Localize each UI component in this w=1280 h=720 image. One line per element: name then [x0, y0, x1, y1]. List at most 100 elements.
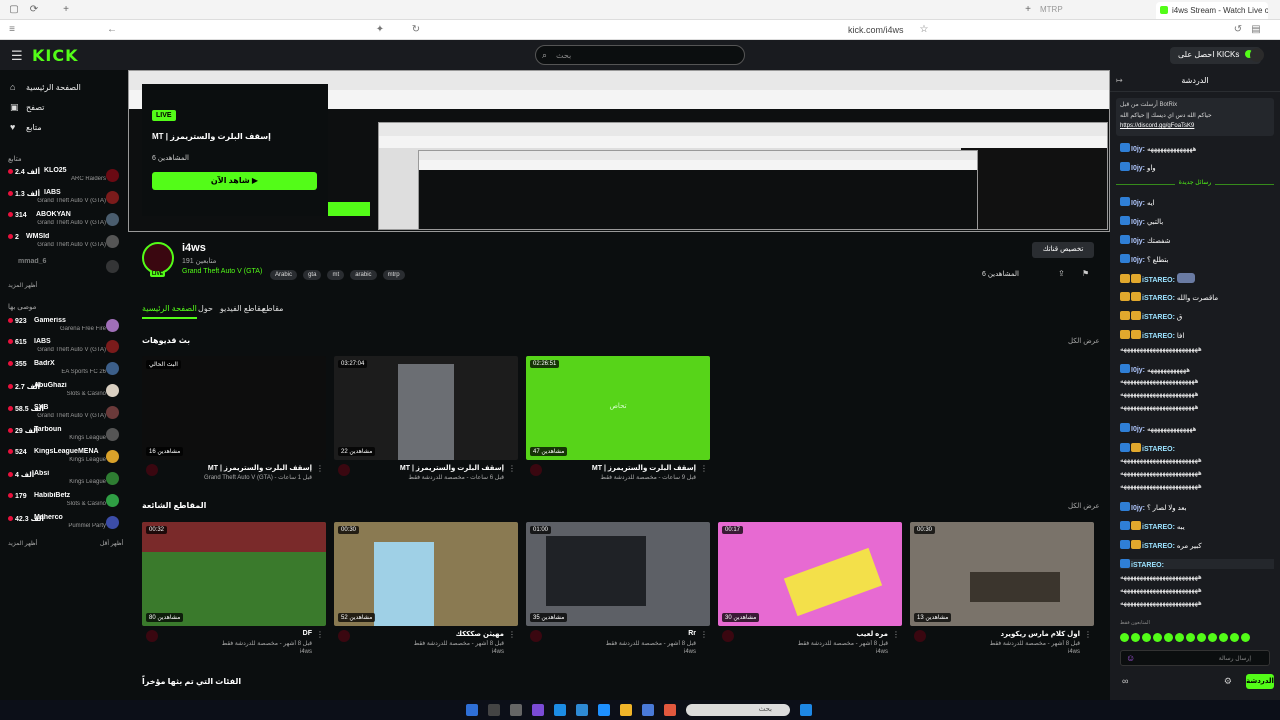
taskbar-app-icon[interactable] [554, 704, 566, 716]
clip-user[interactable]: i4ws [354, 649, 504, 655]
video-card[interactable]: 03:27:04 22 مشاهدين MT | إسقف البلرت وال… [334, 356, 518, 481]
chat-message[interactable]: I0jy: بالتبي [1120, 216, 1274, 226]
emote-icon[interactable] [1197, 633, 1206, 642]
tag-chip[interactable]: Arabic [270, 270, 298, 280]
clip-card[interactable]: 01:00 35 مشاهدين Rr قبل 8 أشهر - مخصصة ل… [526, 522, 710, 655]
bookmark-icon[interactable]: ☆ [918, 24, 930, 36]
recommended-item[interactable]: 42.3 ألف Maherco Pummel Party [6, 514, 122, 533]
report-icon[interactable]: ⚑ [1082, 269, 1089, 278]
chat-message[interactable]: iSTAREO: ماقصرت والله [1120, 292, 1274, 302]
taskbar-app-icon[interactable] [664, 704, 676, 716]
tab-active[interactable]: i4ws Stream - Watch Live on Kick [1156, 2, 1268, 19]
chat-message-continued[interactable]: ههههههههههههههههههههههههه [1120, 573, 1274, 581]
kebab-menu-icon[interactable]: ⋮ [700, 630, 708, 639]
tab-mtrp[interactable]: MTRP [1040, 5, 1063, 14]
clip-title[interactable]: اول كلام مارس ريكويرد [930, 630, 1080, 638]
chat-message[interactable]: iSTAREO: [1120, 273, 1274, 284]
clip-user[interactable]: i4ws [162, 649, 312, 655]
extension-icon[interactable]: ✦ [374, 24, 386, 36]
clip-card[interactable]: 00:30 13 مشاهدين اول كلام مارس ريكويرد ق… [910, 522, 1094, 655]
chat-message[interactable]: iSTAREO: [1120, 443, 1274, 453]
chat-message[interactable]: iSTAREO: كبير مره [1120, 540, 1274, 550]
recommended-item[interactable]: 923 Gameriss Garena Free Fire [6, 317, 122, 336]
emote-icon[interactable] [1164, 633, 1173, 642]
emote-icon[interactable] [1230, 633, 1239, 642]
chat-message[interactable]: iSTAREO: افا [1120, 330, 1274, 340]
menu-icon[interactable]: ▤ [1250, 24, 1262, 36]
share-icon[interactable]: ⇪ [1058, 269, 1065, 278]
chat-message-continued[interactable]: ههههههههههههههههههههههههه [1120, 469, 1274, 477]
chat-message[interactable]: I0jy: بتطلع ؟ [1120, 254, 1274, 264]
show-more-following[interactable]: أظهر المزيد [8, 282, 37, 289]
chat-message[interactable]: I0jy: ههههههههههههههه [1120, 143, 1274, 153]
taskbar-app-icon[interactable] [466, 704, 478, 716]
recommended-item[interactable]: 524 KingsLeagueMENA Kings League [6, 448, 122, 467]
chat-input[interactable]: ☺ إرسال رسالة [1120, 650, 1270, 666]
clip-thumbnail[interactable]: 00:30 13 مشاهدين [910, 522, 1094, 626]
video-thumbnail[interactable]: 02:26:51 تحاص 47 مشاهدين [526, 356, 710, 460]
following-item[interactable]: 1.3 ألف IABS Grand Theft Auto V (GTA) [6, 189, 122, 208]
search-input[interactable]: ⌕ بحث [535, 45, 745, 65]
clip-thumbnail[interactable]: 00:17 30 مشاهدين [718, 522, 902, 626]
kebab-menu-icon[interactable]: ⋮ [508, 464, 516, 473]
taskbar-app-icon[interactable] [642, 704, 654, 716]
kebab-menu-icon[interactable]: ⋮ [1084, 630, 1092, 639]
chat-message-continued[interactable]: هههههههههههههههههههههههه [1120, 377, 1274, 385]
chat-message-hovered[interactable]: iSTAREO: [1120, 559, 1274, 569]
tag-chip[interactable]: mt [327, 270, 345, 280]
get-kicks-button[interactable]: احصل على KICKs [1170, 47, 1261, 64]
following-item[interactable]: 314 ABOKYAN Grand Theft Auto V (GTA) [6, 211, 122, 230]
clip-user[interactable]: i4ws [738, 649, 888, 655]
emote-icon[interactable] [1142, 633, 1151, 642]
clip-thumbnail[interactable]: 00:32 80 مشاهدين [142, 522, 326, 626]
sidebar-toggle-icon[interactable]: ≡ [6, 24, 18, 36]
taskbar-app-icon[interactable] [576, 704, 588, 716]
see-all-broadcasts[interactable]: عرض الكل [1068, 337, 1100, 345]
recommended-item[interactable]: 29 ألف Tarboun Kings League [6, 426, 122, 445]
emote-icon[interactable] [1175, 633, 1184, 642]
following-item-offline[interactable]: mmad_6 [6, 258, 122, 277]
show-more-recommended[interactable]: أظهر المزيد [8, 540, 37, 547]
sidebar-item-home[interactable]: ⌂ الصفحة الرئيسية [8, 82, 120, 96]
chat-message[interactable]: I0jy: ههههههههههههه [1120, 364, 1274, 374]
customize-channel-button[interactable]: تخصيص قناتك [1032, 242, 1094, 258]
recommended-item[interactable]: 179 HabibiBetz Slots & Casino [6, 492, 122, 511]
history-icon[interactable]: ↺ [1232, 24, 1244, 36]
kebab-menu-icon[interactable]: ⋮ [700, 464, 708, 473]
back-icon[interactable]: ← [106, 24, 118, 36]
chat-message[interactable]: I0jy: شفصتك [1120, 235, 1274, 245]
pinned-message[interactable]: أرسلت من قبل BotRix حياكم الله دس اي ديس… [1116, 98, 1274, 136]
video-player[interactable]: LIVE MT | إسقف البلرت والستريمرز 6 المشا… [128, 70, 1110, 232]
clip-card[interactable]: 00:32 80 مشاهدين DF قبل 8 أشهر - مخصصة ل… [142, 522, 326, 655]
chat-message-continued[interactable]: هههههههههههههههههههههههه [1120, 403, 1274, 411]
following-item[interactable]: 2.4 ألف KLO25 ARC Raiders [6, 167, 122, 186]
clip-user[interactable]: i4ws [930, 649, 1080, 655]
tab-list-icon[interactable]: ▢ [8, 4, 20, 16]
chat-message-continued[interactable]: ههههههههههههههههههههههههه [1120, 599, 1274, 607]
chat-message-continued[interactable]: هههههههههههههههههههههههه [1120, 390, 1274, 398]
chat-message-continued[interactable]: ههههههههههههههههههههههههه [1120, 456, 1274, 464]
gear-icon[interactable]: ⚙ [1224, 676, 1232, 687]
pinned-link[interactable]: https://discord.gg/gFoaTsK9 [1120, 123, 1194, 129]
reload-page-icon[interactable]: ↻ [410, 24, 422, 36]
emote-icon[interactable] [1208, 633, 1217, 642]
recommended-item[interactable]: 355 BadrX EA Sports FC 26 [6, 360, 122, 379]
video-card[interactable]: البث الحالي 16 مشاهدين MT | إسقف البلرت … [142, 356, 326, 481]
chat-message[interactable]: iSTAREO: ق [1120, 311, 1274, 321]
tab-clips[interactable]: مقاطع [262, 304, 283, 313]
taskbar-app-icon[interactable] [598, 704, 610, 716]
new-window-icon[interactable]: + [60, 4, 72, 16]
tag-chip[interactable]: gta [303, 270, 322, 280]
kebab-menu-icon[interactable]: ⋮ [892, 630, 900, 639]
show-less-recommended[interactable]: أظهر أقل [100, 540, 123, 547]
clip-title[interactable]: مره لعيب [738, 630, 888, 638]
chat-message[interactable]: I0jy: ههههههههههههههه [1120, 423, 1274, 433]
video-title[interactable]: MT | إسقف البلرت والستريمرز [354, 464, 504, 472]
video-card[interactable]: 02:26:51 تحاص 47 مشاهدين MT | إسقف البلر… [526, 356, 710, 481]
tag-chip[interactable]: mtrp [382, 270, 405, 280]
clip-card[interactable]: 00:30 52 مشاهدين مهيثن صكككك قبل 8 أشهر … [334, 522, 518, 655]
kebab-menu-icon[interactable]: ⋮ [508, 630, 516, 639]
kebab-menu-icon[interactable]: ⋮ [316, 630, 324, 639]
tab-about[interactable]: حول [198, 304, 213, 313]
reload-icon[interactable]: ⟳ [28, 4, 40, 16]
